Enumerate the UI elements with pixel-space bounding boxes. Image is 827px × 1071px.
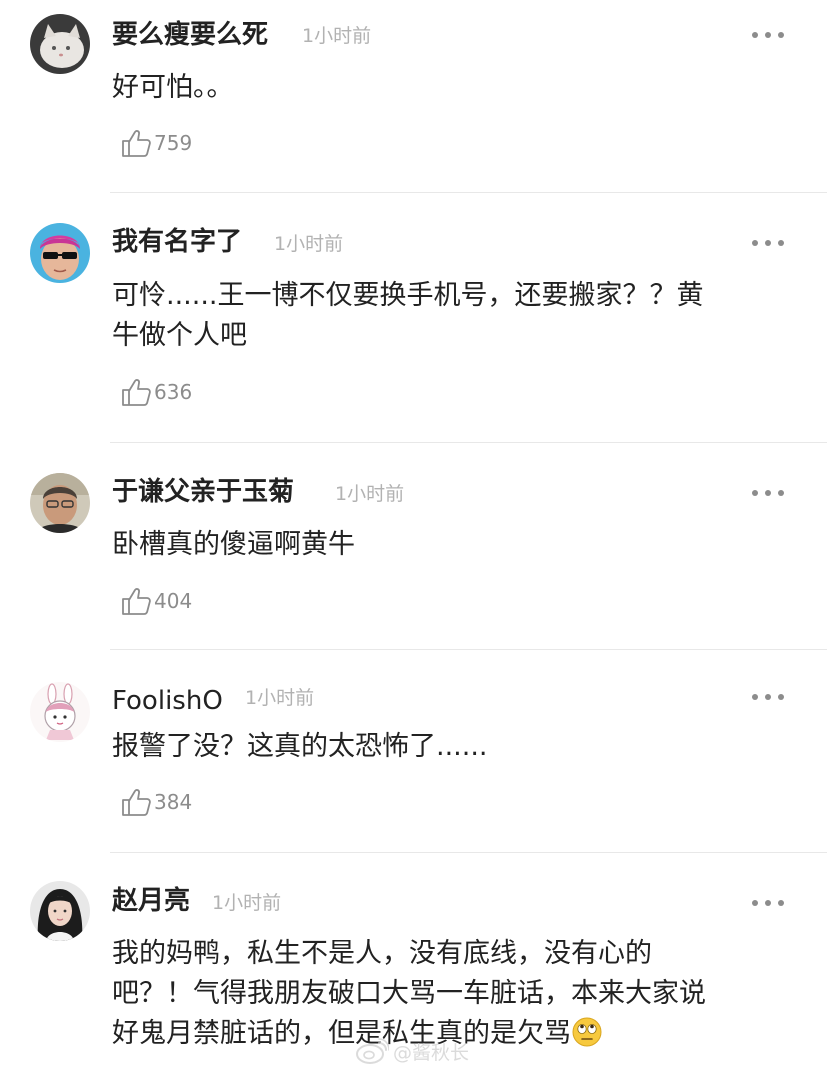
username[interactable]: 于谦父亲于玉菊	[112, 479, 294, 505]
thumbs-up-icon	[122, 379, 151, 406]
comment-text-line: 吧？！气得我朋友破口大骂一车脏话，本来大家说	[112, 978, 706, 1009]
avatar[interactable]	[30, 14, 90, 74]
username[interactable]: FoolishO	[112, 688, 223, 714]
more-dot-icon	[778, 490, 784, 496]
comment-item: FoolishO 1小时前 报警了没？这真的太恐怖了...... 384	[0, 650, 827, 852]
more-dot-icon	[765, 490, 771, 496]
eye-roll-emoji-icon	[572, 1017, 602, 1047]
avatar[interactable]	[30, 473, 90, 533]
more-options-button[interactable]	[752, 237, 784, 249]
more-dot-icon	[778, 694, 784, 700]
more-dot-icon	[752, 32, 758, 38]
timestamp: 1小时前	[274, 233, 344, 255]
like-button[interactable]: 404	[120, 586, 192, 616]
avatar[interactable]	[30, 223, 90, 283]
weibo-logo-icon	[356, 1038, 389, 1064]
comment-text: 报警了没？这真的太恐怖了......	[112, 731, 488, 762]
more-options-button[interactable]	[752, 487, 784, 499]
man-portrait-avatar-icon	[30, 473, 90, 533]
like-button[interactable]: 384	[120, 787, 192, 817]
watermark: @酱秋长	[355, 1036, 469, 1066]
more-dot-icon	[778, 900, 784, 906]
cat-avatar-icon	[30, 14, 90, 74]
timestamp: 1小时前	[212, 892, 282, 914]
like-count: 759	[154, 131, 193, 155]
more-dot-icon	[752, 694, 758, 700]
comment-text: 卧槽真的傻逼啊黄牛	[112, 529, 355, 560]
comment-text-line: 我的妈鸭，私生不是人，没有底线，没有心的	[112, 938, 652, 969]
avatar[interactable]	[30, 682, 90, 742]
username[interactable]: 赵月亮	[112, 888, 190, 914]
more-dot-icon	[778, 240, 784, 246]
comment-item: 于谦父亲于玉菊 1小时前 卧槽真的傻逼啊黄牛 404	[0, 443, 827, 649]
comment-text: 好可怕。。	[112, 72, 234, 103]
thumbs-up-icon	[122, 130, 151, 157]
avatar[interactable]	[30, 881, 90, 941]
more-dot-icon	[765, 32, 771, 38]
girl-portrait-avatar-icon	[30, 881, 90, 941]
sunglasses-person-avatar-icon	[30, 223, 90, 283]
comment-text-line: 牛做个人吧	[112, 320, 247, 351]
timestamp: 1小时前	[302, 25, 372, 47]
thumbs-up-icon	[122, 789, 151, 816]
more-options-button[interactable]	[752, 29, 784, 41]
username[interactable]: 要么瘦要么死	[112, 22, 268, 48]
more-dot-icon	[765, 240, 771, 246]
comment-text-line: 可怜......王一博不仅要换手机号，还要搬家？？黄	[112, 280, 704, 311]
timestamp: 1小时前	[335, 483, 405, 505]
more-dot-icon	[765, 694, 771, 700]
like-button[interactable]: 759	[120, 128, 192, 158]
more-dot-icon	[752, 900, 758, 906]
like-button[interactable]: 636	[120, 377, 192, 407]
more-dot-icon	[765, 900, 771, 906]
like-count: 384	[154, 790, 193, 814]
username[interactable]: 我有名字了	[112, 229, 242, 255]
comment-item: 我有名字了 1小时前 可怜......王一博不仅要换手机号，还要搬家？？黄 牛做…	[0, 193, 827, 442]
bunny-girl-avatar-icon	[30, 682, 90, 742]
comment-item: 要么瘦要么死 1小时前 好可怕。。 759	[0, 0, 827, 192]
comment-text: 可怜......王一博不仅要换手机号，还要搬家？？黄 牛做个人吧	[112, 276, 792, 356]
like-count: 404	[154, 589, 193, 613]
watermark-text: @酱秋长	[393, 1041, 470, 1064]
more-options-button[interactable]	[752, 691, 784, 703]
more-dot-icon	[752, 240, 758, 246]
more-dot-icon	[752, 490, 758, 496]
timestamp: 1小时前	[245, 687, 315, 709]
more-options-button[interactable]	[752, 897, 784, 909]
more-dot-icon	[778, 32, 784, 38]
like-count: 636	[154, 380, 193, 404]
comment-text-segment: 好鬼月禁脏话的，但是私生真的是欠骂	[112, 1018, 571, 1049]
thumbs-up-icon	[122, 588, 151, 615]
